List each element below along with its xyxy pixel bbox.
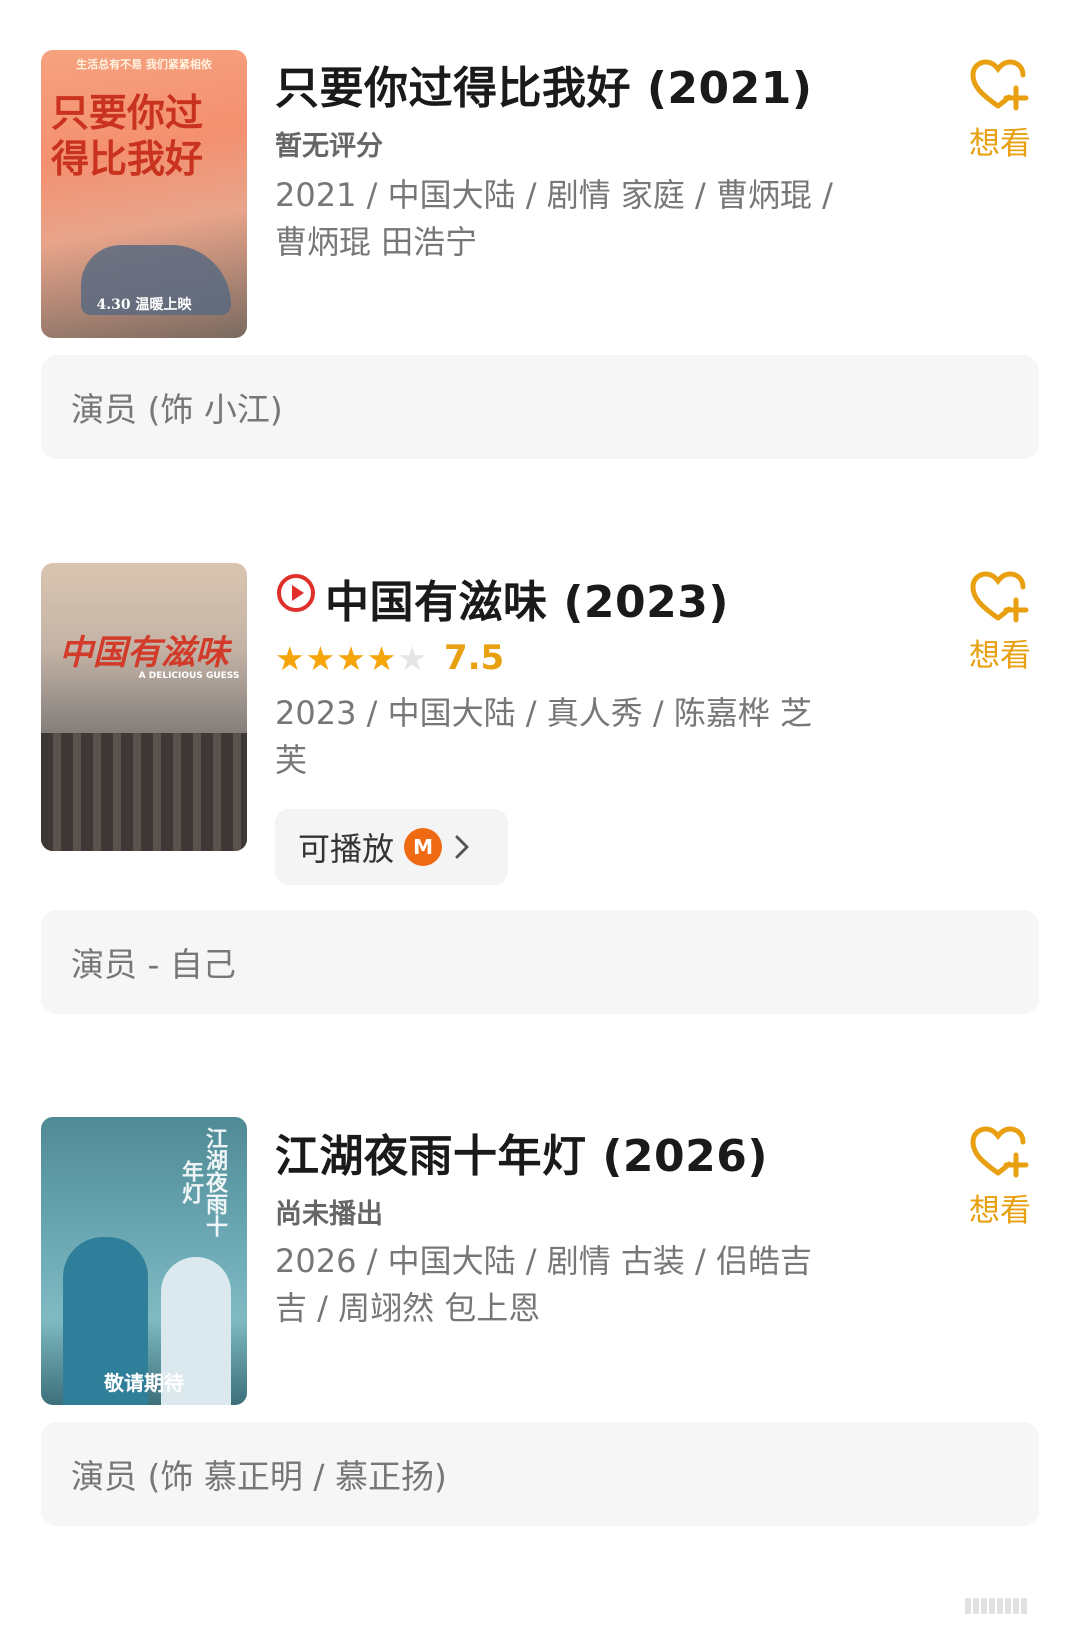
heart-plus-icon bbox=[970, 571, 1029, 623]
star-rating: ★ ★ ★ ★ ★ 7.5 bbox=[275, 638, 504, 678]
chevron-right-icon bbox=[455, 835, 469, 859]
watermark bbox=[965, 1598, 1027, 1614]
role-box: 演员 (饰 小江) bbox=[41, 355, 1039, 459]
rating-score: 7.5 bbox=[443, 638, 505, 678]
want-to-watch-button[interactable]: 想看 bbox=[960, 1125, 1040, 1230]
movie-meta: 2021 / 中国大陆 / 剧情 家庭 / 曹炳琨 / 曹炳琨 田浩宁 bbox=[275, 176, 833, 261]
movie-meta: 2026 / 中国大陆 / 剧情 古装 / 侣皓吉吉 / 周翊然 包上恩 bbox=[275, 1242, 812, 1327]
heart-plus-icon bbox=[970, 59, 1029, 111]
poster-title-art: 江湖夜雨十年灯 bbox=[178, 1127, 228, 1237]
want-to-watch-button[interactable]: 想看 bbox=[960, 570, 1040, 675]
role-box: 演员 - 自己 bbox=[41, 910, 1039, 1014]
rating-status: 尚未播出 bbox=[275, 1199, 383, 1230]
poster-image[interactable]: 生活总有不易 我们紧紧相依 只要你过得比我好 4.30 温暖上映 bbox=[41, 50, 247, 338]
heart-plus-icon bbox=[970, 1126, 1029, 1178]
playable-label: 可播放 bbox=[298, 830, 395, 868]
poster-cityscape bbox=[41, 733, 247, 851]
poster-badge: 敬请期待 bbox=[104, 1371, 184, 1395]
poster-subtitle: A DELICIOUS GUESS bbox=[138, 671, 240, 681]
want-label: 想看 bbox=[969, 126, 1031, 162]
rating-status: 暂无评分 bbox=[275, 131, 383, 162]
poster-date: 4.30 温暖上映 bbox=[96, 297, 192, 313]
role-text: 演员 (饰 小江) bbox=[71, 390, 283, 429]
mango-tv-logo: M bbox=[404, 828, 443, 866]
play-circle-icon[interactable] bbox=[275, 572, 317, 614]
poster-title-art: 中国有滋味 bbox=[59, 633, 229, 673]
movie-title[interactable]: 只要你过得比我好 (2021) bbox=[275, 52, 813, 116]
poster-tagline: 生活总有不易 我们紧紧相依 bbox=[76, 58, 212, 71]
want-label: 想看 bbox=[969, 1193, 1031, 1229]
star-icon: ★ bbox=[366, 638, 397, 678]
want-to-watch-button[interactable]: 想看 bbox=[960, 58, 1040, 163]
want-label: 想看 bbox=[969, 638, 1031, 674]
movie-title[interactable]: 中国有滋味 (2023) bbox=[325, 566, 729, 630]
movie-title[interactable]: 江湖夜雨十年灯 (2026) bbox=[275, 1120, 768, 1184]
poster-image[interactable]: 江湖夜雨十年灯 敬请期待 bbox=[41, 1117, 247, 1405]
star-icon: ★ bbox=[397, 638, 427, 678]
star-icon: ★ bbox=[275, 638, 305, 678]
playable-button[interactable]: 可播放 M bbox=[275, 809, 508, 885]
star-icon: ★ bbox=[336, 638, 366, 678]
poster-image[interactable]: 中国有滋味 A DELICIOUS GUESS bbox=[41, 563, 247, 851]
star-icon: ★ bbox=[305, 638, 336, 678]
role-box: 演员 (饰 慕正明 / 慕正扬) bbox=[41, 1422, 1039, 1526]
role-text: 演员 - 自己 bbox=[71, 945, 236, 984]
role-text: 演员 (饰 慕正明 / 慕正扬) bbox=[71, 1457, 447, 1496]
poster-title-art: 只要你过得比我好 bbox=[51, 90, 204, 181]
movie-meta: 2023 / 中国大陆 / 真人秀 / 陈嘉桦 芝芙 bbox=[275, 694, 812, 779]
